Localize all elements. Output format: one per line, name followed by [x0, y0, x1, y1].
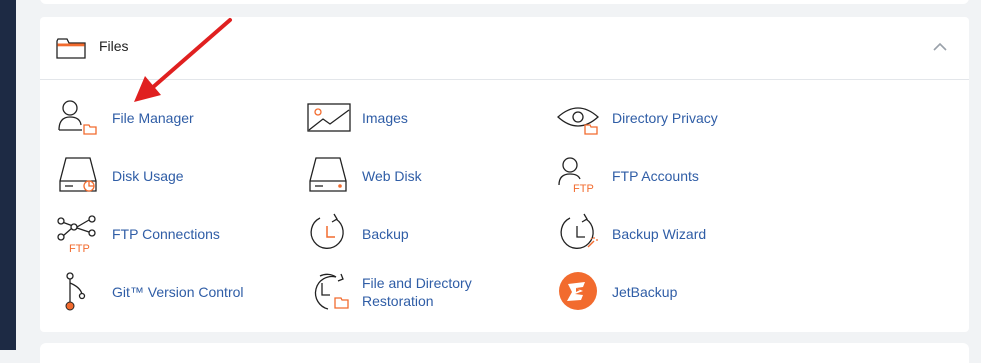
tool-label: Backup Wizard	[612, 226, 707, 242]
tool-label-line1: File and Directory	[362, 275, 472, 291]
backup-wizard-icon	[560, 213, 598, 249]
tool-label: File Manager	[112, 110, 194, 126]
ftp-accounts-icon: FTP	[558, 157, 594, 195]
web-disk-icon	[309, 157, 347, 192]
panel-title: Files	[99, 38, 129, 54]
tool-label: JetBackup	[612, 284, 678, 300]
tool-label-line2: Restoration	[362, 293, 434, 309]
tool-label: FTP Accounts	[612, 168, 699, 184]
next-section-card	[40, 343, 969, 363]
directory-privacy-icon	[557, 107, 599, 135]
tool-label: FTP Connections	[112, 226, 220, 242]
files-panel: Files File Manager Images Directory Priv…	[40, 17, 969, 332]
tool-label: Disk Usage	[112, 168, 184, 184]
files-panel-header[interactable]: Files	[40, 17, 969, 80]
ftp-text: FTP	[573, 183, 594, 195]
tool-label: Images	[362, 110, 408, 126]
previous-section-card	[40, 0, 969, 4]
tool-label: Directory Privacy	[612, 110, 718, 126]
restoration-icon	[314, 273, 349, 310]
disk-usage-icon	[59, 157, 97, 192]
jetbackup-logo-icon	[559, 272, 597, 310]
left-sidebar-edge	[0, 0, 16, 350]
tool-label: Web Disk	[362, 168, 422, 184]
folder-icon	[56, 38, 86, 59]
file-manager-icon	[58, 100, 97, 135]
backup-icon	[310, 213, 344, 249]
ftp-connections-icon: FTP	[57, 215, 96, 253]
tool-label: Backup	[362, 226, 409, 242]
ftp-text: FTP	[69, 243, 90, 253]
images-icon	[307, 103, 351, 132]
git-icon	[65, 272, 86, 311]
tool-label: Git™ Version Control	[112, 284, 244, 300]
chevron-up-icon[interactable]	[932, 41, 948, 53]
